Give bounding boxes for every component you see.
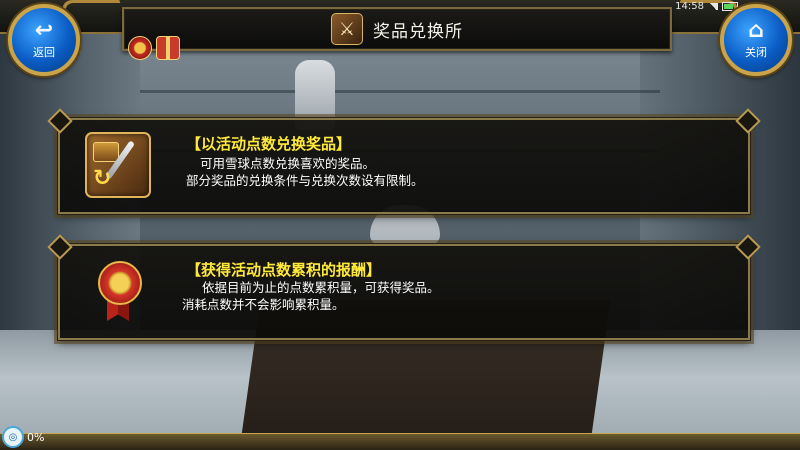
panel-heading: 【以活动点数兑换奖品】	[186, 135, 352, 153]
panel-description: 可用雪球点数兑换喜欢的奖品。部分奖品的兑换条件与兑换次数设有限制。	[186, 155, 424, 189]
panel-description-line: 消耗点数并不会影响累积量。	[182, 297, 345, 312]
panel-icon-box	[82, 255, 154, 327]
close-button[interactable]: ⌂ 关闭	[720, 4, 792, 76]
background-scene	[0, 0, 800, 450]
return-arrow-icon: ↩	[34, 18, 54, 43]
panel-heading: 【获得活动点数累积的报酬】	[186, 261, 382, 279]
medal-icon	[95, 261, 142, 321]
panel-description-line: 部分奖品的兑换条件与兑换次数设有限制。	[186, 173, 424, 188]
gift-badge-icon[interactable]	[156, 36, 180, 60]
loading-spinner-icon: ◎	[2, 426, 24, 448]
exchange-points-panel[interactable]: ↻ 【以活动点数兑换奖品】 可用雪球点数兑换喜欢的奖品。部分奖品的兑换条件与兑换…	[58, 118, 750, 214]
home-icon: ⌂	[748, 18, 764, 43]
exchange-arrow-icon: ↻	[93, 166, 112, 191]
exchange-shop-icon: ⚔	[331, 13, 363, 45]
title-plate: ⚔ 奖品兑换所	[122, 7, 672, 51]
loading-indicator: ◎ 0%	[2, 426, 44, 448]
back-button-label: 返回	[33, 46, 55, 59]
panel-description-line: 可用雪球点数兑换喜欢的奖品。	[200, 156, 376, 171]
medal-badge-icon[interactable]	[128, 36, 152, 60]
panel-icon-box: ↻	[82, 129, 154, 201]
medal-disc	[98, 261, 142, 305]
accumulation-reward-panel[interactable]: 【获得活动点数累积的报酬】 依据目前为止的点数累积量，可获得奖品。消耗点数并不会…	[58, 244, 750, 340]
loading-percent: 0%	[27, 430, 45, 444]
bottom-bar	[0, 433, 800, 450]
close-button-label: 关闭	[745, 46, 767, 59]
exchange-reward-icon: ↻	[85, 132, 151, 198]
status-time: 14:58	[675, 0, 704, 12]
treasure-chest-icon	[93, 142, 119, 162]
panel-description: 依据目前为止的点数累积量，可获得奖品。消耗点数并不会影响累积量。	[182, 279, 440, 313]
status-bar: 14:58	[675, 0, 738, 12]
scene-plank	[140, 90, 660, 93]
event-badges	[128, 36, 180, 60]
signal-icon	[708, 2, 718, 10]
page-title: 奖品兑换所	[373, 21, 463, 42]
panel-description-line: 依据目前为止的点数累积量，可获得奖品。	[202, 280, 440, 295]
back-button[interactable]: ↩ 返回	[8, 4, 80, 76]
